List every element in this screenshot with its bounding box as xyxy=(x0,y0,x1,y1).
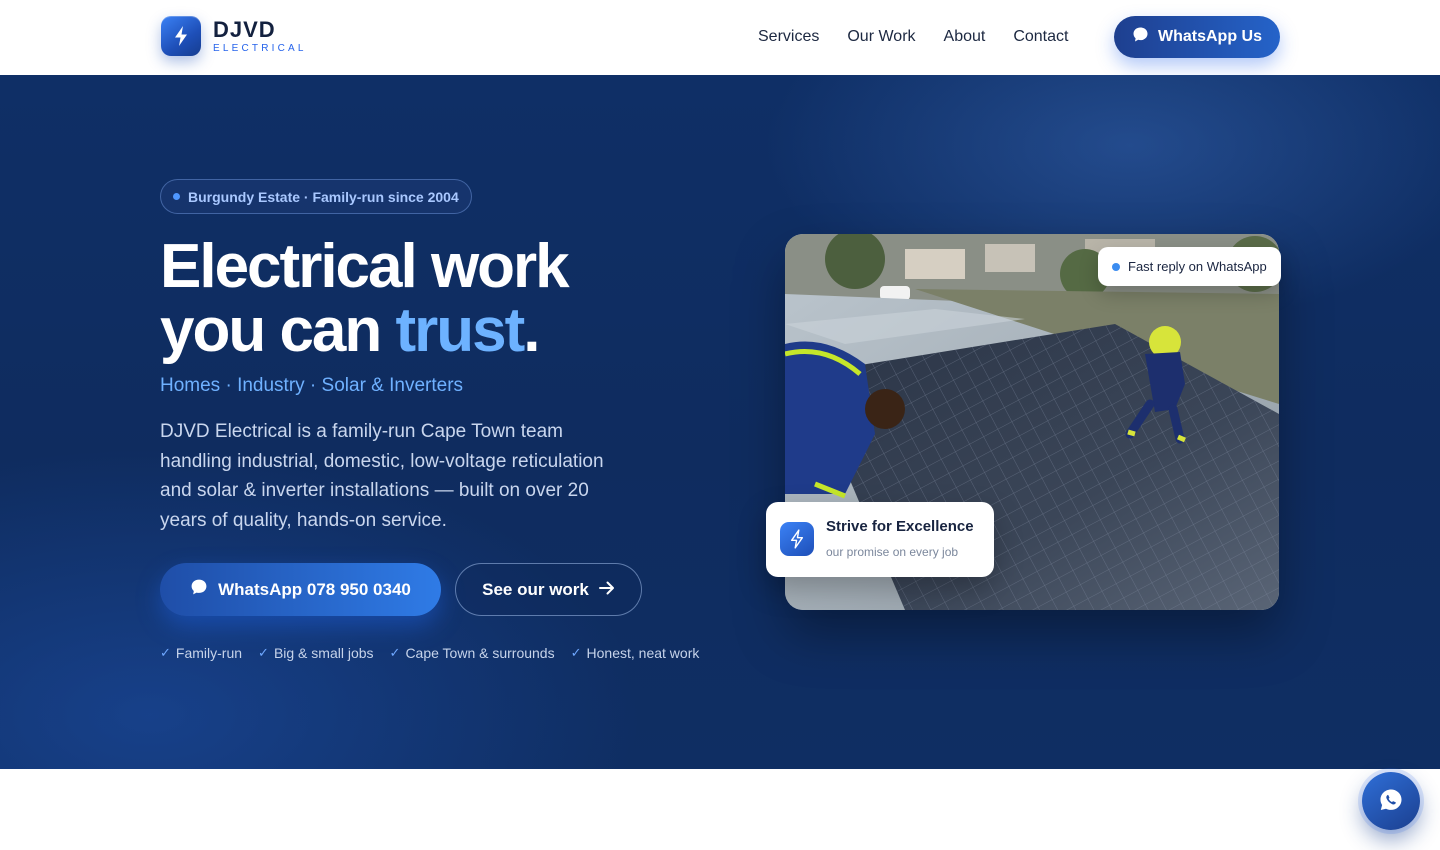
excellence-subtitle: our promise on every job xyxy=(826,545,959,559)
nav-link-contact[interactable]: Contact xyxy=(1013,26,1068,48)
check-label: Big & small jobs xyxy=(273,645,374,661)
checkmark-icon: ✓ xyxy=(258,645,269,660)
main-nav: Services Our Work About Contact xyxy=(758,26,1068,48)
headline-line-2-prefix: you can xyxy=(160,296,396,365)
check-label: Cape Town & surrounds xyxy=(405,645,555,661)
headline-suffix: . xyxy=(523,296,540,365)
chat-bubble-icon xyxy=(190,578,208,601)
hero-headline: Electrical work you can trust. xyxy=(160,232,570,365)
nav-link-our-work[interactable]: Our Work xyxy=(847,26,915,48)
status-dot xyxy=(1112,262,1120,271)
excellence-title: Strive for Excellence xyxy=(826,518,974,535)
floating-whatsapp-button[interactable] xyxy=(1362,772,1420,830)
lightning-bolt-icon xyxy=(780,522,814,556)
checkmark-icon: ✓ xyxy=(389,645,401,660)
checkmark-icon: ✓ xyxy=(570,645,582,660)
pill-text: Burgundy Estate · Family-run since 2004 xyxy=(188,188,459,205)
whatsapp-call-label: WhatsApp 078 950 0340 xyxy=(218,579,411,599)
whatsapp-us-button[interactable]: WhatsApp Us xyxy=(1114,16,1280,58)
brand-logo[interactable]: DJVD ELECTRICAL xyxy=(161,16,307,56)
see-our-work-label: See our work xyxy=(482,579,589,599)
location-pill: Burgundy Estate · Family-run since 2004 xyxy=(160,179,472,214)
check-item: ✓ Honest, neat work xyxy=(571,645,700,661)
check-item: ✓ Big & small jobs xyxy=(258,645,374,661)
whatsapp-icon xyxy=(1378,787,1404,816)
lightning-bolt-icon xyxy=(161,16,201,56)
check-label: Honest, neat work xyxy=(586,645,700,661)
brand-tagline: ELECTRICAL xyxy=(213,42,307,54)
check-label: Family-run xyxy=(175,645,243,661)
headline-accent: trust xyxy=(395,296,526,365)
checkmark-icon: ✓ xyxy=(160,645,171,660)
feature-checklist: ✓ Family-run ✓ Big & small jobs ✓ Cape Town… xyxy=(160,645,715,661)
hero-subline: Homes · Industry · Solar & Inverters xyxy=(160,375,464,396)
whatsapp-us-label: WhatsApp Us xyxy=(1158,28,1262,45)
whatsapp-call-button[interactable]: WhatsApp 078 950 0340 xyxy=(160,563,441,616)
hero-description: DJVD Electrical is a family-run Cape Tow… xyxy=(160,421,604,531)
fast-reply-text: Fast reply on WhatsApp xyxy=(1128,259,1267,274)
hero-section: Burgundy Estate · Family-run since 2004 … xyxy=(0,75,1440,769)
nav-link-about[interactable]: About xyxy=(944,26,986,48)
site-header: DJVD ELECTRICAL Services Our Work About … xyxy=(0,0,1440,75)
pill-dot xyxy=(173,193,180,200)
headline-line-1: Electrical work xyxy=(160,232,570,301)
check-item: ✓ Family-run xyxy=(160,645,242,661)
fast-reply-badge: Fast reply on WhatsApp xyxy=(1098,247,1281,286)
check-item: ✓ Cape Town & surrounds xyxy=(390,645,555,661)
see-our-work-button[interactable]: See our work xyxy=(455,563,642,616)
brand-name: DJVD xyxy=(213,16,276,42)
arrow-right-icon xyxy=(598,580,615,600)
brand-wordmark: DJVD ELECTRICAL xyxy=(213,16,307,54)
excellence-card: Strive for Excellence our promise on eve… xyxy=(766,502,994,577)
nav-link-services[interactable]: Services xyxy=(758,26,819,48)
chat-bubble-icon xyxy=(1132,26,1149,48)
